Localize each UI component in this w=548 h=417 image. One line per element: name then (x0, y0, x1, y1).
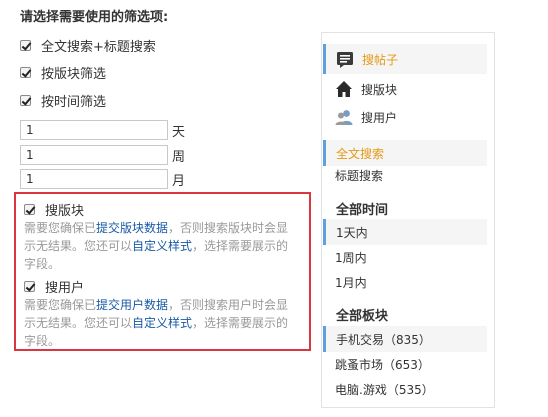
user-search-option[interactable]: 搜用户 (24, 277, 300, 296)
user-search-block: 搜用户 需要您确保已提交用户数据，否则搜索用户时会显示无结果。您还可以自定义样式… (24, 277, 300, 350)
desc-text: 需要您确保已 (24, 298, 97, 312)
option-time-filter-label: 按时间筛选 (41, 94, 107, 110)
sidebar-nav-boards-label: 搜版块 (361, 82, 398, 97)
submit-board-data-link[interactable]: 提交版块数据 (96, 221, 168, 235)
page-heading: 请选择需要使用的筛选项: (20, 10, 169, 25)
checkbox-board-filter[interactable] (20, 66, 31, 78)
submit-user-data-link[interactable]: 提交用户数据 (96, 298, 168, 312)
day-unit: 天 (172, 124, 186, 140)
time-option-day-label: 1天内 (336, 225, 368, 240)
board-option-games-label: 电脑.游戏（535） (335, 382, 434, 397)
board-option-market-label: 跳蚤市场（653） (335, 357, 430, 372)
time-input-week-row: 周 (20, 143, 185, 167)
board-search-option[interactable]: 搜版块 (24, 200, 300, 219)
checkbox-user-search[interactable] (24, 280, 35, 292)
checkbox-board-search[interactable] (24, 203, 35, 215)
users-icon (335, 110, 353, 125)
home-icon (336, 81, 352, 97)
time-option-day[interactable]: 1天内 (323, 219, 487, 245)
time-option-week[interactable]: 1周内 (323, 244, 487, 270)
week-input[interactable] (20, 145, 168, 165)
sidebar-nav-users-label: 搜用户 (361, 110, 398, 125)
week-unit: 周 (172, 149, 186, 165)
user-search-title: 搜用户 (45, 280, 85, 296)
option-board-filter[interactable]: 按版块筛选 (20, 62, 106, 82)
custom-style-link[interactable]: 自定义样式 (132, 239, 192, 253)
board-option-phone-label: 手机交易（835） (336, 332, 431, 347)
time-heading[interactable]: 全部时间 (336, 199, 388, 218)
user-search-desc: 需要您确保已提交用户数据，否则搜索用户时会显示无结果。您还可以自定义样式，选择需… (24, 296, 300, 350)
option-time-filter[interactable]: 按时间筛选 (20, 90, 106, 110)
board-search-desc: 需要您确保已提交版块数据，否则搜索版块时会显示无结果。您还可以自定义样式，选择需… (24, 219, 300, 273)
checkbox-time-filter[interactable] (20, 94, 31, 106)
board-option-market[interactable]: 跳蚤市场（653） (323, 351, 487, 377)
sidebar-nav-posts[interactable]: 搜帖子 (323, 44, 487, 74)
board-search-block: 搜版块 需要您确保已提交版块数据，否则搜索版块时会显示无结果。您还可以自定义样式… (24, 200, 300, 273)
option-fulltext[interactable]: 全文搜索+标题搜索 (20, 35, 156, 55)
time-option-month-label: 1月内 (335, 275, 367, 290)
board-search-title: 搜版块 (45, 203, 85, 219)
custom-style-link[interactable]: 自定义样式 (132, 316, 192, 330)
desc-text: 需要您确保已 (24, 221, 97, 235)
search-sidebar: 搜帖子 搜版块 搜用户 全文搜索 标题搜索 全部时间 1天内 1周内 1月内 全… (321, 32, 495, 408)
post-icon (337, 52, 353, 68)
checkbox-fulltext[interactable] (20, 39, 31, 51)
option-board-filter-label: 按版块筛选 (41, 66, 107, 82)
board-heading[interactable]: 全部板块 (336, 305, 388, 324)
day-input[interactable] (20, 120, 168, 140)
sidebar-nav-posts-label: 搜帖子 (362, 52, 399, 67)
search-type-fulltext-label: 全文搜索 (336, 146, 385, 161)
month-input[interactable] (20, 169, 168, 189)
time-input-month-row: 月 (20, 167, 185, 191)
time-option-week-label: 1周内 (335, 250, 367, 265)
sidebar-nav-users[interactable]: 搜用户 (323, 103, 487, 131)
time-option-month[interactable]: 1月内 (323, 269, 487, 295)
board-option-games[interactable]: 电脑.游戏（535） (323, 376, 487, 402)
board-option-phone[interactable]: 手机交易（835） (323, 326, 487, 352)
time-input-day-row: 天 (20, 118, 185, 142)
option-fulltext-label: 全文搜索+标题搜索 (41, 39, 156, 55)
month-unit: 月 (172, 173, 186, 189)
search-type-title-label: 标题搜索 (335, 168, 384, 183)
search-type-title[interactable]: 标题搜索 (323, 162, 487, 188)
sidebar-nav-boards[interactable]: 搜版块 (323, 75, 487, 103)
highlight-box: 搜版块 需要您确保已提交版块数据，否则搜索版块时会显示无结果。您还可以自定义样式… (14, 192, 311, 351)
